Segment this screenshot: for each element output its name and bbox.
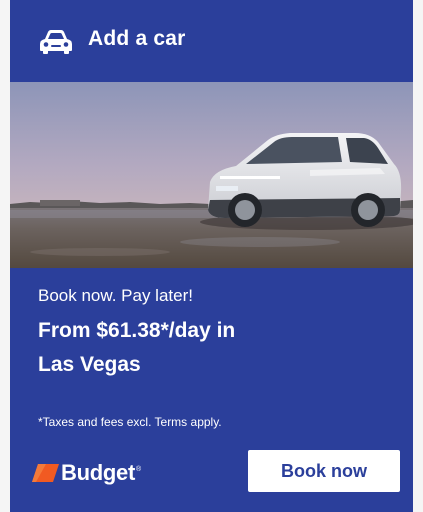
- offer-price: From $61.38*/day in Las Vegas: [38, 314, 368, 382]
- car-icon: [40, 30, 72, 54]
- book-now-button[interactable]: Book now: [247, 449, 401, 493]
- hero-image[interactable]: [10, 82, 413, 268]
- offer-tagline: Book now. Pay later!: [38, 286, 193, 305]
- budget-logo-text: Budget: [61, 460, 135, 485]
- budget-logo-mark-icon: [32, 464, 59, 482]
- ad-card[interactable]: Add a car Book now. Pay later! From $61.…: [10, 0, 413, 512]
- header-title: Add a car: [88, 27, 186, 50]
- budget-logo[interactable]: Budget ®: [32, 459, 141, 487]
- ad-header: Add a car: [10, 0, 413, 82]
- offer-price-line-1: From $61.38*/day in: [38, 319, 236, 342]
- trademark-mark: ®: [135, 465, 142, 473]
- offer-price-line-2: Las Vegas: [38, 353, 141, 376]
- page-edge: [413, 0, 423, 512]
- offer-disclaimer: *Taxes and fees excl. Terms apply.: [38, 415, 222, 429]
